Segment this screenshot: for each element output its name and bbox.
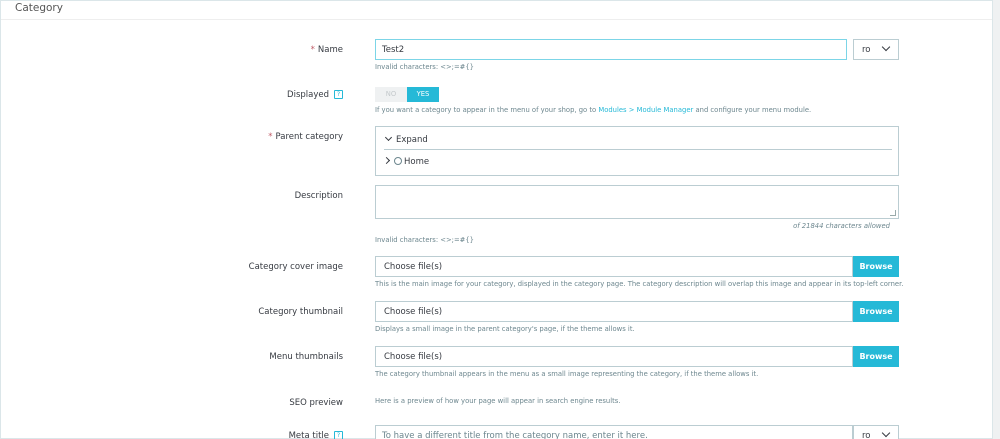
chevron-down-icon bbox=[881, 42, 891, 52]
name-label: * Name bbox=[310, 45, 343, 55]
description-textarea[interactable] bbox=[375, 185, 899, 219]
module-manager-link[interactable]: Module Manager bbox=[637, 106, 694, 114]
meta-title-label: Meta title? bbox=[289, 431, 343, 439]
tree-item-home[interactable]: Home bbox=[382, 156, 429, 167]
page-scrollbar[interactable] bbox=[993, 0, 1000, 439]
cover-image-input[interactable]: Choose file(s) bbox=[375, 256, 853, 277]
resize-handle-icon[interactable] bbox=[890, 210, 896, 216]
menu-browse-button[interactable]: Browse bbox=[853, 346, 899, 367]
seo-hint: Here is a preview of how your page will … bbox=[375, 397, 621, 405]
meta-lang-select[interactable]: ro bbox=[853, 425, 899, 439]
lang-code: ro bbox=[862, 45, 871, 55]
required-marker: * bbox=[310, 45, 315, 55]
thumbnail-label: Category thumbnail bbox=[258, 307, 343, 317]
help-icon[interactable]: ? bbox=[334, 431, 343, 439]
help-icon[interactable]: ? bbox=[334, 90, 343, 99]
menu-hint: The category thumbnail appears in the me… bbox=[375, 370, 759, 378]
displayed-switch[interactable]: NO YES bbox=[375, 87, 439, 102]
cover-browse-button[interactable]: Browse bbox=[853, 256, 899, 277]
switch-no[interactable]: NO bbox=[375, 87, 407, 102]
modules-link[interactable]: Modules bbox=[598, 106, 626, 114]
seo-preview-label: SEO preview bbox=[289, 398, 343, 408]
thumbnail-browse-button[interactable]: Browse bbox=[853, 301, 899, 322]
description-counter: of 21844 characters allowed bbox=[793, 222, 890, 230]
description-hint: Invalid characters: <>;=#{} bbox=[375, 236, 475, 244]
cover-image-label: Category cover image bbox=[248, 262, 343, 272]
required-marker: * bbox=[268, 132, 273, 142]
name-lang-select[interactable]: ro bbox=[853, 39, 899, 60]
category-tree: Expand Home bbox=[375, 126, 899, 176]
menu-thumbnails-input[interactable]: Choose file(s) bbox=[375, 346, 853, 367]
thumbnail-input[interactable]: Choose file(s) bbox=[375, 301, 853, 322]
switch-yes[interactable]: YES bbox=[407, 87, 439, 102]
panel-heading: Category bbox=[1, 1, 992, 20]
thumbnail-hint: Displays a small image in the parent cat… bbox=[375, 325, 635, 333]
chevron-down-icon bbox=[384, 133, 393, 142]
chevron-down-icon bbox=[881, 428, 891, 438]
tree-expand-toggle[interactable]: Expand bbox=[384, 133, 428, 145]
menu-thumbnails-label: Menu thumbnails bbox=[269, 352, 343, 362]
name-hint: Invalid characters: <>;=#{} bbox=[375, 63, 475, 71]
panel-title: Category bbox=[15, 2, 63, 14]
radio-icon[interactable] bbox=[394, 157, 402, 165]
tree-divider bbox=[384, 149, 892, 150]
category-panel: Category * Name Test2 ro Invalid characte… bbox=[0, 0, 993, 439]
description-label: Description bbox=[294, 191, 343, 201]
displayed-label: Displayed? bbox=[287, 90, 343, 100]
name-input[interactable]: Test2 bbox=[375, 39, 847, 60]
cover-hint: This is the main image for your category… bbox=[375, 280, 904, 288]
chevron-right-icon[interactable] bbox=[382, 156, 391, 165]
parent-category-label: * Parent category bbox=[268, 132, 343, 142]
meta-title-input[interactable]: To have a different title from the categ… bbox=[375, 425, 853, 439]
lang-code: ro bbox=[862, 431, 871, 439]
displayed-hint: If you want a category to appear in the … bbox=[375, 106, 812, 114]
